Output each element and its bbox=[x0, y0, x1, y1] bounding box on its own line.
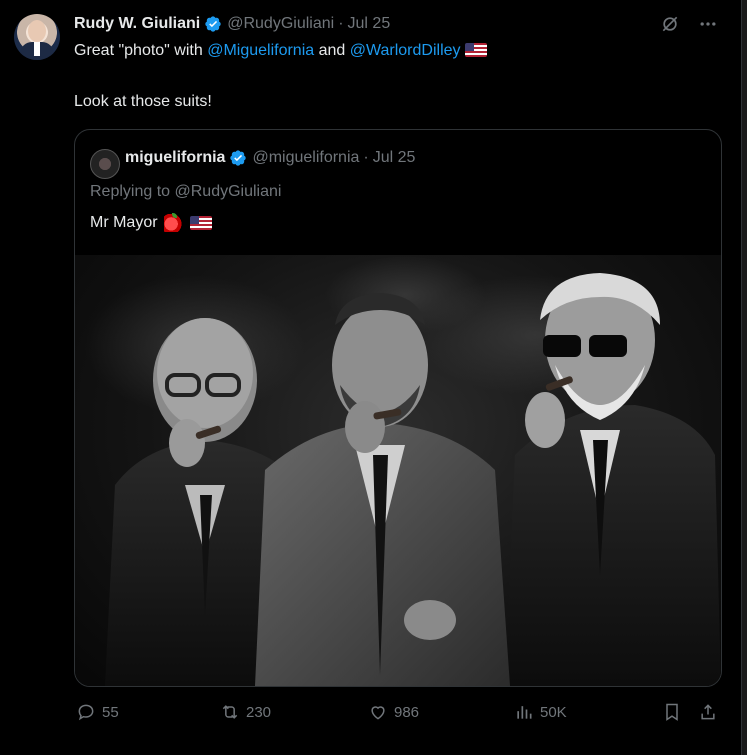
quoted-tweet-photo[interactable] bbox=[75, 255, 721, 686]
author-avatar[interactable] bbox=[14, 14, 60, 60]
share-icon bbox=[701, 704, 715, 720]
like-count: 986 bbox=[394, 703, 420, 721]
quoted-tweet[interactable]: miguelifornia @miguelifornia · Jul 25 Re… bbox=[74, 129, 722, 687]
reply-icon bbox=[78, 704, 94, 721]
quoted-author-name[interactable]: miguelifornia bbox=[125, 149, 225, 167]
mention-link[interactable]: @WarlordDilley bbox=[350, 42, 461, 59]
us-flag-emoji bbox=[189, 216, 212, 230]
quoted-tweet-date[interactable]: Jul 25 bbox=[373, 149, 416, 167]
tweet-top-actions bbox=[660, 14, 718, 34]
tweet-header: Rudy W. Giuliani @RudyGiuliani · Jul 25 bbox=[74, 12, 390, 36]
tweet-action-bar: 55 230 986 50K bbox=[74, 702, 724, 728]
share-button[interactable] bbox=[698, 702, 718, 722]
retweet-count: 230 bbox=[246, 703, 272, 721]
tweet-text-line-2: Look at those suits! bbox=[74, 93, 212, 110]
tweet-date[interactable]: Jul 25 bbox=[348, 15, 391, 33]
reply-count: 55 bbox=[102, 703, 119, 721]
tweet-text: and bbox=[314, 42, 350, 59]
mention-link[interactable]: @Miguelifornia bbox=[207, 42, 314, 59]
bookmark-icon bbox=[666, 703, 678, 721]
views-chart-icon bbox=[517, 706, 532, 719]
heart-icon bbox=[371, 706, 385, 720]
view-count: 50K bbox=[540, 703, 567, 721]
quoted-author-avatar[interactable] bbox=[90, 149, 120, 179]
red-apple-emoji bbox=[163, 213, 182, 232]
photo-illustration bbox=[85, 255, 721, 686]
tweet-text-line-1: Great "photo" with @Miguelifornia and @W… bbox=[74, 41, 487, 61]
grok-icon[interactable] bbox=[660, 14, 680, 34]
scrollbar-track[interactable] bbox=[741, 0, 747, 755]
separator-dot: · bbox=[363, 149, 369, 166]
retweet-icon bbox=[222, 705, 238, 719]
separator-dot: · bbox=[338, 15, 344, 32]
tweet[interactable]: Rudy W. Giuliani @RudyGiuliani · Jul 25 … bbox=[0, 0, 742, 755]
quoted-tweet-header: miguelifornia @miguelifornia · Jul 25 bbox=[125, 149, 415, 167]
replying-to-text: Replying to @RudyGiuliani bbox=[90, 183, 282, 200]
quoted-tweet-text-row: Mr Mayor bbox=[90, 213, 212, 232]
bookmark-button[interactable] bbox=[662, 702, 682, 722]
author-handle[interactable]: @RudyGiuliani bbox=[227, 15, 334, 33]
quoted-author-handle[interactable]: @miguelifornia bbox=[252, 149, 359, 167]
us-flag-emoji bbox=[464, 43, 487, 57]
tweet-text: Great "photo" with bbox=[74, 42, 208, 59]
views-button[interactable]: 50K bbox=[514, 702, 567, 722]
quoted-tweet-text: Mr Mayor bbox=[90, 214, 158, 231]
reply-button[interactable]: 55 bbox=[76, 702, 119, 722]
verified-badge-icon bbox=[229, 149, 247, 167]
more-icon[interactable] bbox=[698, 14, 718, 34]
verified-badge-icon bbox=[204, 15, 222, 33]
author-name[interactable]: Rudy W. Giuliani bbox=[74, 15, 200, 33]
retweet-button[interactable]: 230 bbox=[220, 702, 271, 722]
like-button[interactable]: 986 bbox=[368, 702, 419, 722]
